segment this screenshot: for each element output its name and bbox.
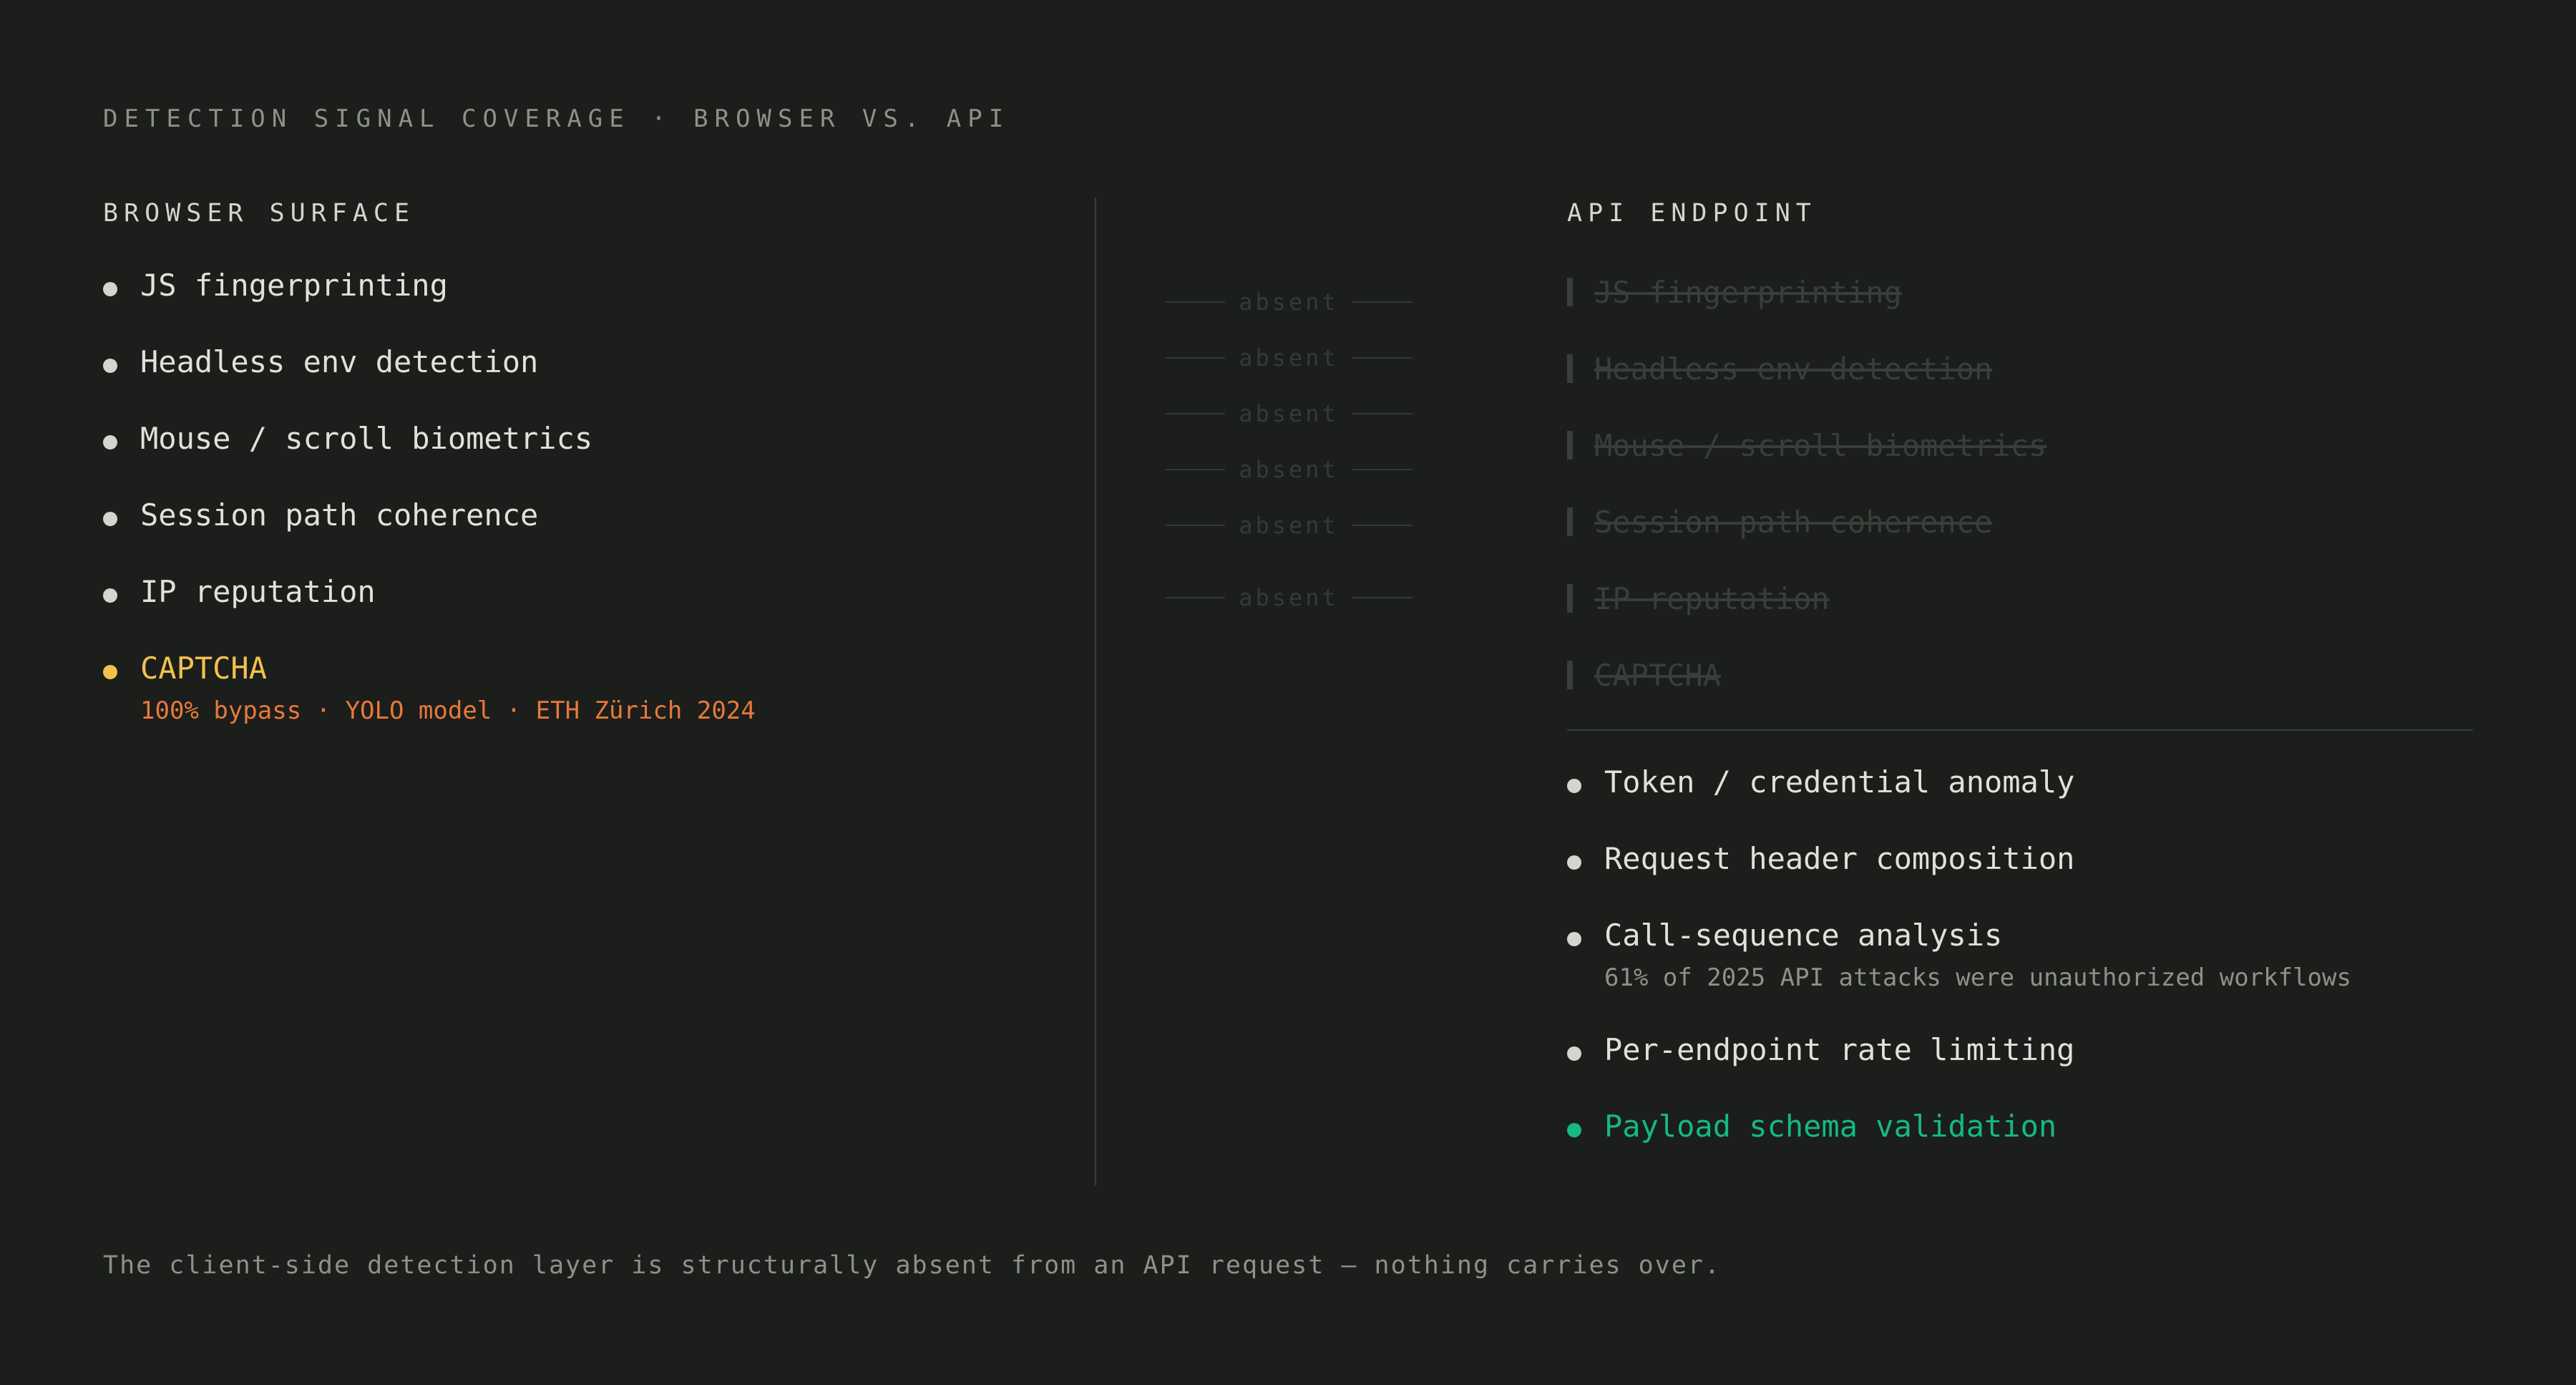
browser-item-label: CAPTCHA <box>140 651 268 686</box>
browser-item-label: IP reputation <box>140 574 376 609</box>
connector-line <box>1165 597 1225 598</box>
bullet-icon <box>1567 779 1581 793</box>
bullet-icon <box>103 435 117 449</box>
connector-line <box>1165 357 1225 359</box>
connector-line <box>1352 597 1413 598</box>
ghost-label: Headless env detection <box>1594 351 1993 387</box>
absent-label: absent <box>1239 512 1339 539</box>
absent-label: absent <box>1239 584 1339 611</box>
api-item-label: Request header composition <box>1604 841 2075 876</box>
absent-label: absent <box>1239 456 1339 483</box>
ghost-marker <box>1567 507 1573 536</box>
connector-line <box>1352 357 1413 359</box>
ghost-label: Mouse / scroll biometrics <box>1594 428 2047 463</box>
bullet-icon <box>103 588 117 603</box>
bullet-icon <box>103 665 117 679</box>
ghost-label: Session path coherence <box>1594 505 1993 540</box>
captcha-bypass-note: 100% bypass · YOLO model · ETH Zürich 20… <box>140 696 756 725</box>
browser-item-label: Session path coherence <box>140 497 539 533</box>
absent-connector: absent <box>1165 399 1413 428</box>
absent-label: absent <box>1239 288 1339 316</box>
ghost-marker <box>1567 431 1573 460</box>
api-item-label: Payload schema validation <box>1604 1109 2057 1144</box>
api-item-label: Per-endpoint rate limiting <box>1604 1032 2075 1067</box>
connector-line <box>1165 525 1225 526</box>
diagram-kicker: DETECTION SIGNAL COVERAGE · BROWSER VS. … <box>103 105 1010 133</box>
connector-line <box>1352 525 1413 526</box>
absent-label: absent <box>1239 344 1339 371</box>
connector-line <box>1352 413 1413 414</box>
ghost-label: IP reputation <box>1594 581 1830 616</box>
connector-line <box>1165 301 1225 303</box>
ghost-label: JS fingerprinting <box>1594 275 1902 310</box>
ghost-marker <box>1567 661 1573 689</box>
connector-line <box>1165 413 1225 414</box>
bullet-icon <box>1567 1123 1581 1137</box>
absent-connector: absent <box>1165 288 1413 316</box>
api-column-title: API ENDPOINT <box>1567 199 1817 228</box>
ghost-marker <box>1567 584 1573 613</box>
absent-connector: absent <box>1165 583 1413 612</box>
absent-connector: absent <box>1165 511 1413 540</box>
api-item-label: Call-sequence analysis <box>1604 918 2003 953</box>
absent-label: absent <box>1239 400 1339 427</box>
connector-line <box>1352 301 1413 303</box>
browser-item-label: Headless env detection <box>140 344 539 379</box>
connector-line <box>1352 469 1413 470</box>
api-section-divider <box>1567 729 2473 731</box>
browser-item-label: Mouse / scroll biometrics <box>140 421 593 456</box>
bullet-icon <box>103 512 117 526</box>
browser-item-label: JS fingerprinting <box>140 268 448 303</box>
bullet-icon <box>1567 932 1581 946</box>
bullet-icon <box>103 359 117 373</box>
connector-line <box>1165 469 1225 470</box>
column-divider <box>1095 198 1096 1185</box>
ghost-marker <box>1567 278 1573 306</box>
absent-connector: absent <box>1165 455 1413 484</box>
call-sequence-note: 61% of 2025 API attacks were unauthorize… <box>1604 963 2351 992</box>
browser-column-title: BROWSER SURFACE <box>103 199 416 228</box>
bullet-icon <box>103 282 117 296</box>
absent-connector: absent <box>1165 344 1413 372</box>
bullet-icon <box>1567 855 1581 870</box>
bullet-icon <box>1567 1046 1581 1061</box>
ghost-label: CAPTCHA <box>1594 658 1722 693</box>
api-item-label: Token / credential anomaly <box>1604 764 2075 800</box>
ghost-marker <box>1567 354 1573 383</box>
footer-caption: The client-side detection layer is struc… <box>103 1251 1722 1280</box>
